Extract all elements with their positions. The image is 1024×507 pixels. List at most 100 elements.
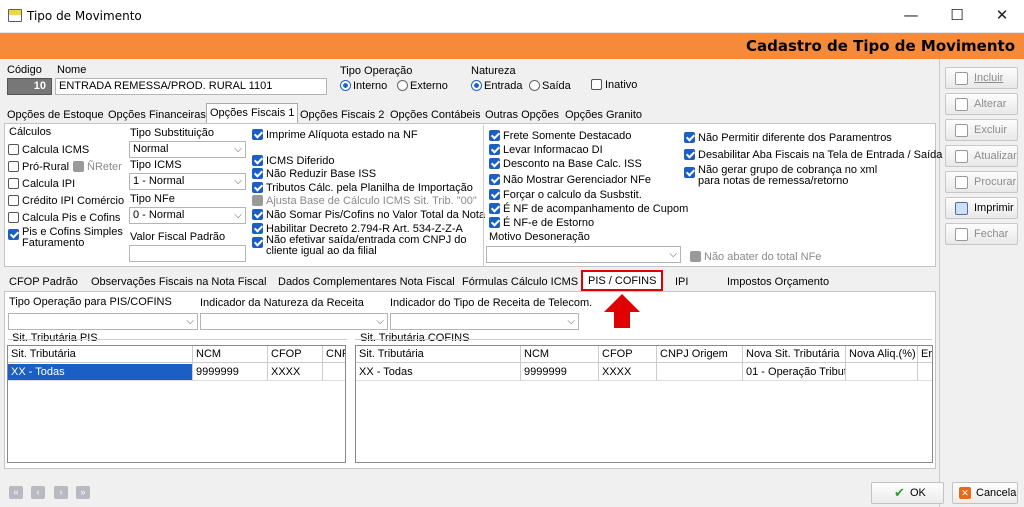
col-nova-sit[interactable]: Nova Sit. Tributária — [743, 346, 846, 362]
cofins-grid[interactable]: Sit. Tributária NCM CFOP CNPJ Origem Nov… — [355, 345, 933, 463]
checkbox-nao-reduzir-iss[interactable]: Não Reduzir Base ISS — [252, 168, 376, 180]
checkbox-ajusta-base[interactable]: Ajusta Base de Cálculo ICMS Sit. Trib. "… — [252, 195, 477, 207]
tab-opcoes-granito[interactable]: Opções Granito — [562, 105, 645, 124]
new-doc-icon — [955, 72, 968, 85]
divider — [483, 125, 484, 266]
valor-fiscal-field[interactable] — [129, 245, 246, 262]
cell-sit: XX - Todas — [8, 364, 192, 380]
close-button[interactable]: ✕ — [979, 0, 1024, 32]
tab-impostos-orcamento[interactable]: Impostos Orçamento — [724, 272, 832, 291]
col-sit-tributaria[interactable]: Sit. Tributária — [8, 346, 193, 362]
alterar-button[interactable]: Alterar — [945, 93, 1018, 115]
checkbox-calcula-ipi[interactable]: Calcula IPI — [8, 178, 75, 190]
ind-tipo-receita-select[interactable] — [390, 313, 579, 330]
checkbox-pro-rural[interactable]: Pró-Rural — [8, 161, 69, 173]
nome-field[interactable]: ENTRADA REMESSA/PROD. RURAL 1101 — [55, 78, 327, 95]
checkbox-nreter[interactable]: ÑReter — [73, 161, 122, 173]
atualizar-button[interactable]: Atualizar — [945, 145, 1018, 167]
col-cnpj[interactable]: CNP — [323, 346, 345, 362]
col-nova-aliq[interactable]: Nova Aliq.(%) — [846, 346, 918, 362]
fechar-button[interactable]: Fechar — [945, 223, 1018, 245]
tab-observacoes[interactable]: Observações Fiscais na Nota Fiscal — [88, 272, 269, 291]
tipo-op-pis-select[interactable] — [8, 313, 198, 330]
binoculars-icon — [955, 176, 968, 189]
col-sit-tributaria[interactable]: Sit. Tributária — [356, 346, 521, 362]
checkbox-pis-simples[interactable]: Pis e Cofins Simples Faturamento — [8, 227, 126, 249]
tipo-icms-select[interactable]: 1 - Normal — [129, 173, 246, 190]
checkbox-calcula-pis[interactable]: Calcula Pis e Cofins — [8, 212, 120, 224]
procurar-button[interactable]: Procurar — [945, 171, 1018, 193]
checkbox-desconto-iss[interactable]: Desconto na Base Calc. ISS — [489, 158, 642, 170]
checkbox-tributos-planilha[interactable]: Tributos Cálc. pela Planilha de Importaç… — [252, 182, 473, 194]
checkbox-levar-di[interactable]: Levar Informacao DI — [489, 144, 603, 156]
tab-opcoes-fiscais-2[interactable]: Opções Fiscais 2 — [297, 105, 387, 124]
col-divider — [322, 346, 323, 381]
tipo-subst-select[interactable]: Normal — [129, 141, 246, 158]
checkbox-nfe-estorno[interactable]: É NF-e de Estorno — [489, 217, 594, 229]
checkbox-nao-permitir[interactable]: Não Permitir diferente dos Paramentros — [684, 132, 892, 144]
checkbox-imprime-aliquota[interactable]: Imprime Alíquota estado na NF — [252, 129, 418, 141]
tab-ipi[interactable]: IPI — [672, 272, 691, 291]
radio-saida[interactable]: Saída — [529, 80, 571, 92]
tab-pis-cofins[interactable]: PIS / COFINS — [581, 270, 664, 291]
last-record-icon[interactable]: » — [76, 486, 90, 499]
close-doc-icon — [955, 228, 968, 241]
checkbox-icms-diferido[interactable]: ICMS Diferido — [252, 155, 334, 167]
col-cnpj-origem[interactable]: CNPJ Origem — [657, 346, 743, 362]
checkbox-nao-mostrar-nfe[interactable]: Não Mostrar Gerenciador NFe — [489, 174, 651, 186]
banner-title: Cadastro de Tipo de Movimento — [745, 37, 1015, 55]
motivo-desoneracao-label: Motivo Desoneração — [489, 231, 590, 243]
pis-grid[interactable]: Sit. Tributária NCM CFOP CNP XX - Todas … — [7, 345, 346, 463]
codigo-field[interactable]: 10 — [7, 78, 52, 95]
tab-opcoes-estoque[interactable]: Opções de Estoque — [4, 105, 107, 124]
col-ncm[interactable]: NCM — [521, 346, 599, 362]
radio-entrada[interactable]: Entrada — [471, 80, 523, 92]
checkbox-nao-gerar-cobranca[interactable]: Não gerar grupo de cobrança no xml para … — [684, 165, 899, 187]
cell-sit: XX - Todas — [359, 366, 413, 378]
tipo-nfe-label: Tipo NFe — [130, 193, 175, 205]
checkbox-forcar-substit[interactable]: Forçar o calculo da Susbstit. — [489, 189, 642, 201]
col-cfop[interactable]: CFOP — [599, 346, 657, 362]
prev-record-icon[interactable]: ‹ — [31, 486, 45, 499]
tab-opcoes-contabeis[interactable]: Opções Contábeis — [387, 105, 484, 124]
cancela-button[interactable]: ✕ Cancela — [952, 482, 1018, 504]
excluir-button[interactable]: Excluir — [945, 119, 1018, 141]
tab-formulas-icms[interactable]: Fórmulas Cálculo ICMS — [459, 272, 581, 291]
checkbox-inativo[interactable]: Inativo — [591, 79, 637, 91]
col-divider — [520, 346, 521, 381]
cell-ncm: 9999999 — [524, 366, 567, 378]
col-divider — [742, 346, 743, 381]
checkbox-nao-somar-pis[interactable]: Não Somar Pis/Cofins no Valor Total da N… — [252, 209, 485, 221]
col-ncm[interactable]: NCM — [193, 346, 268, 362]
natureza-label: Natureza — [471, 65, 516, 77]
tab-dados-complementares[interactable]: Dados Complementares Nota Fiscal — [275, 272, 458, 291]
checkbox-nao-efetivar[interactable]: Não efetivar saída/entrada com CNPJ do c… — [252, 235, 480, 257]
minimize-button[interactable]: — — [888, 0, 934, 32]
radio-externo[interactable]: Externo — [397, 80, 448, 92]
checkbox-desabilitar-aba[interactable]: Desabilitar Aba Fiscais na Tela de Entra… — [684, 149, 942, 161]
motivo-desoneracao-select[interactable] — [486, 246, 681, 263]
radio-interno[interactable]: Interno — [340, 80, 387, 92]
tab-opcoes-fiscais-1[interactable]: Opções Fiscais 1 — [206, 103, 299, 124]
first-record-icon[interactable]: « — [9, 486, 23, 499]
ind-natureza-select[interactable] — [200, 313, 388, 330]
col-er[interactable]: Er — [918, 346, 932, 362]
checkbox-credito-ipi[interactable]: Crédito IPI Comércio — [8, 195, 124, 207]
incluir-button[interactable]: Incluir — [945, 67, 1018, 89]
group-line — [8, 339, 347, 340]
tab-outras-opcoes[interactable]: Outras Opções — [482, 105, 562, 124]
ok-button[interactable]: ✔ OK — [871, 482, 944, 504]
table-row[interactable]: XX - Todas 9999999 XXXX — [8, 364, 345, 381]
imprimir-button[interactable]: Imprimir — [945, 197, 1018, 219]
checkbox-calcula-icms[interactable]: Calcula ICMS — [8, 144, 89, 156]
checkbox-frete-destacado[interactable]: Frete Somente Destacado — [489, 130, 631, 142]
sit-cofins-label: Sit. Tributária COFINS — [360, 332, 470, 344]
next-record-icon[interactable]: › — [54, 486, 68, 499]
tipo-nfe-select[interactable]: 0 - Normal — [129, 207, 246, 224]
checkbox-nao-abater[interactable]: Não abater do total NFe — [690, 251, 821, 263]
maximize-button[interactable]: ☐ — [934, 0, 980, 32]
col-cfop[interactable]: CFOP — [268, 346, 323, 362]
checkbox-nf-cupom[interactable]: É NF de acompanhamento de Cupom — [489, 203, 688, 215]
tab-opcoes-financeiras[interactable]: Opções Financeiras — [105, 105, 209, 124]
tab-cfop-padrao[interactable]: CFOP Padrão — [6, 272, 81, 291]
